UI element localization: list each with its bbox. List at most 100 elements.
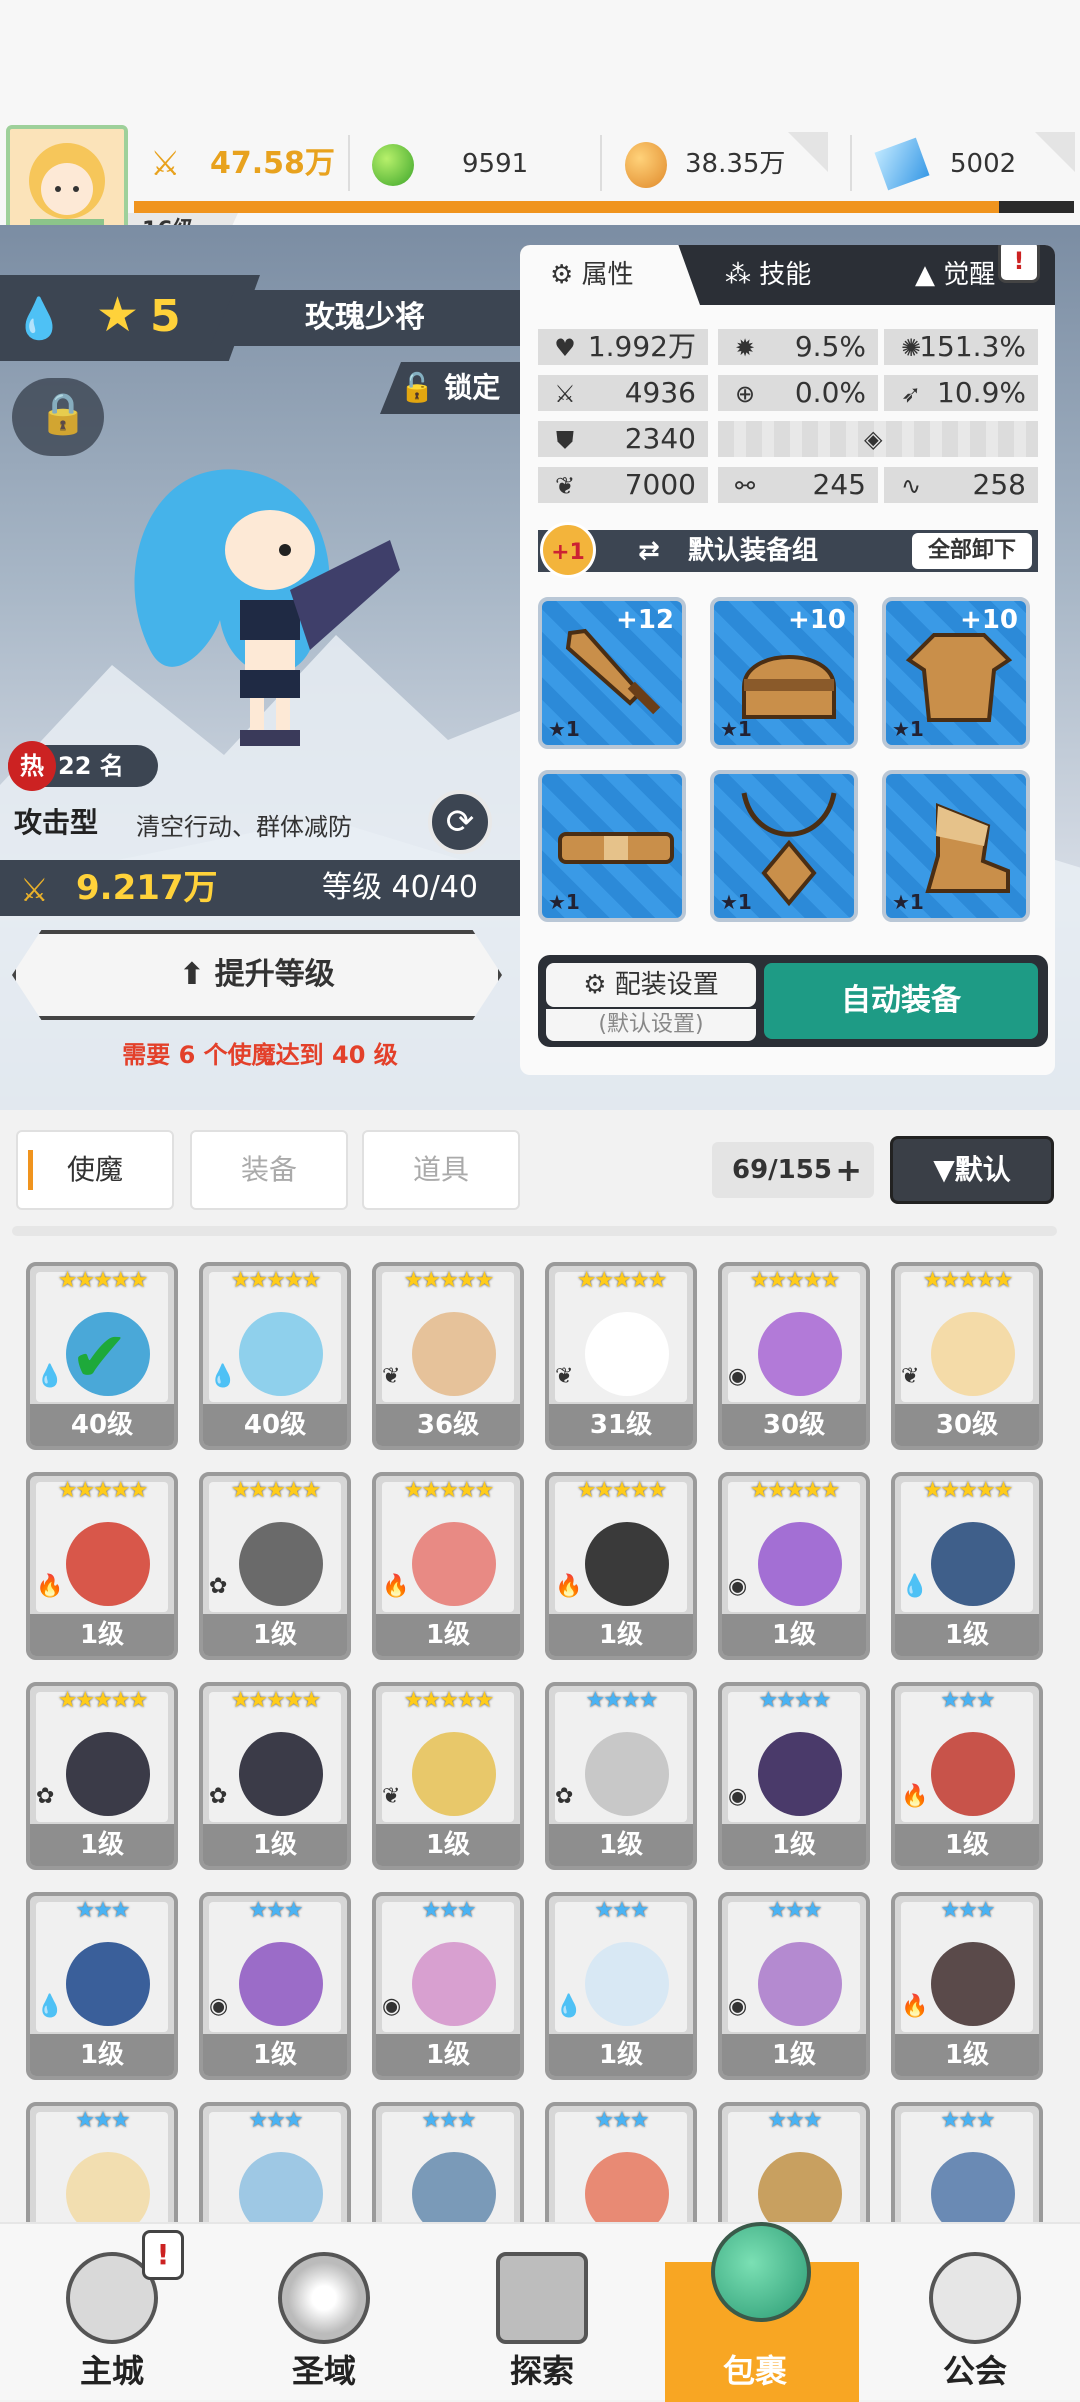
- familiar-card[interactable]: ★★★★★ ❦ 36级: [372, 1262, 524, 1450]
- familiar-card[interactable]: ★★★: [199, 2102, 351, 2222]
- familiar-face: [931, 1522, 1015, 1606]
- tab-items[interactable]: 道具: [362, 1130, 520, 1210]
- equip-group-bar[interactable]: ⇄ 默认装备组 全部卸下: [538, 530, 1038, 572]
- equip-slot-helmet[interactable]: +10 ★1: [710, 597, 858, 749]
- familiar-stars: ★★★★★: [57, 1478, 149, 1503]
- equip-slot-armor[interactable]: +10 ★1: [882, 597, 1030, 749]
- nav-bag[interactable]: 包裹: [665, 2222, 859, 2402]
- familiar-level: 1级: [895, 1824, 1039, 1866]
- familiar-count[interactable]: 69/155 +: [712, 1142, 874, 1198]
- tab-attributes[interactable]: ⚙ 属性: [520, 245, 700, 305]
- stat-value: 2340: [624, 422, 696, 455]
- config-settings-button[interactable]: ⚙ 配装设置: [546, 963, 756, 1007]
- familiar-card[interactable]: ★★★ ◉ 1级: [372, 1892, 524, 2080]
- familiar-card[interactable]: ★★★★★ ✿ 1级: [26, 1682, 178, 1870]
- green-orb-value: 9591: [462, 149, 529, 179]
- tab-skills[interactable]: ⁂ 技能: [725, 245, 875, 305]
- familiar-level: 1级: [895, 1614, 1039, 1656]
- tab-familiars[interactable]: 使魔: [16, 1130, 174, 1210]
- familiar-card[interactable]: ★★★★★ ❦ 31级: [545, 1262, 697, 1450]
- divider: [348, 135, 350, 191]
- familiar-level: 1级: [376, 2034, 520, 2076]
- familiar-face: [412, 1522, 496, 1606]
- boots-icon: [925, 803, 1010, 893]
- familiar-card[interactable]: ★★★★★ ◉ 30级: [718, 1262, 870, 1450]
- familiar-card[interactable]: ★★★★★ 💧 1级: [891, 1472, 1043, 1660]
- guild-icon: [929, 2252, 1021, 2344]
- equip-slot-boots[interactable]: ★1: [882, 770, 1030, 922]
- unequip-all-button[interactable]: 全部卸下: [912, 533, 1032, 569]
- familiar-card[interactable]: ★★★ 💧 1级: [545, 1892, 697, 2080]
- equip-slot-belt[interactable]: ★1: [538, 770, 686, 922]
- nav-main-city[interactable]: 主城 !: [22, 2224, 202, 2402]
- crit-icon: ✹: [734, 334, 756, 362]
- dodge-icon: ∿: [900, 472, 922, 500]
- hero-star-count: 5: [150, 291, 181, 342]
- familiar-card[interactable]: ★★★: [718, 2102, 870, 2222]
- expand-plus-icon: +: [835, 1151, 862, 1189]
- familiar-card[interactable]: ★★★: [372, 2102, 524, 2222]
- skill-icon: ⁂: [725, 260, 751, 290]
- nav-guild[interactable]: 公会: [885, 2224, 1065, 2402]
- dark-element-icon: ◉: [382, 1994, 402, 2019]
- nav-sanctuary[interactable]: 圣域: [234, 2224, 414, 2402]
- tab-attributes-label: 属性: [581, 260, 634, 290]
- upgrade-level-button[interactable]: ⬆ 提升等级: [12, 930, 502, 1020]
- upgrade-requirement: 需要 6 个使魔达到 40 级: [122, 1041, 398, 1069]
- nav-label: 主城: [79, 2352, 144, 2390]
- alert-badge: !: [142, 2230, 184, 2280]
- inventory-filter-bar: 使魔 装备 道具 69/155 + ▼默认: [0, 1110, 1080, 1240]
- familiar-card[interactable]: ★★★★★ ❦ 30级: [891, 1262, 1043, 1450]
- blue-gem-icon: [874, 137, 930, 191]
- plus-one-badge: +1: [540, 522, 596, 578]
- stat-magic: ❦ 7000: [538, 467, 708, 503]
- config-label: 配装设置: [614, 970, 719, 1000]
- familiar-face: [239, 2152, 323, 2222]
- rotate-view-icon[interactable]: ⟳: [428, 790, 492, 854]
- familiar-card[interactable]: ★★★ 🔥 1级: [891, 1682, 1043, 1870]
- sort-dropdown[interactable]: ▼默认: [890, 1136, 1054, 1204]
- auto-equip-button[interactable]: 自动装备: [764, 963, 1038, 1039]
- familiar-card[interactable]: ★★★★★ 💧 40级: [199, 1262, 351, 1450]
- familiar-card[interactable]: ★★★ 🔥 1级: [891, 1892, 1043, 2080]
- familiar-card[interactable]: ★★★★★ 💧 ✔ 40级: [26, 1262, 178, 1450]
- lock-button[interactable]: 🔓 锁定: [380, 362, 520, 414]
- familiar-card[interactable]: ★★★★ ◉ 1级: [718, 1682, 870, 1870]
- stat-row: ⛊ 2340 ◈: [538, 421, 1038, 457]
- familiar-stars: ★★★: [75, 1898, 130, 1923]
- familiar-card[interactable]: ★★★★★ ✿ 1级: [199, 1682, 351, 1870]
- familiar-face: [66, 1522, 150, 1606]
- slot-stars: ★1: [548, 890, 580, 914]
- familiar-card[interactable]: ★★★★★ 🔥 1级: [26, 1472, 178, 1660]
- familiar-card[interactable]: ★★★ ◉ 1级: [199, 1892, 351, 2080]
- upgrade-label: 提升等级: [214, 957, 335, 992]
- equip-slot-necklace[interactable]: ★1: [710, 770, 858, 922]
- familiar-card[interactable]: ★★★★★ ◉ 1级: [718, 1472, 870, 1660]
- slot-stars: ★1: [548, 717, 580, 741]
- familiar-card[interactable]: ★★★★★ ❦ 1级: [372, 1682, 524, 1870]
- familiar-card[interactable]: ★★★: [26, 2102, 178, 2222]
- bag-icon: [711, 2222, 811, 2322]
- skin-lock-icon[interactable]: 🔒: [12, 378, 104, 456]
- familiar-card[interactable]: ★★★★★ 🔥 1级: [372, 1472, 524, 1660]
- familiar-face: [585, 1942, 669, 2026]
- familiar-card[interactable]: ★★★: [545, 2102, 697, 2222]
- hot-rank-value: 22 名: [58, 752, 124, 780]
- familiar-card[interactable]: ★★★★★ 🔥 1级: [545, 1472, 697, 1660]
- dark-element-icon: ◉: [728, 1574, 748, 1599]
- familiar-level: 40级: [30, 1404, 174, 1446]
- familiar-level: 40级: [203, 1404, 347, 1446]
- familiar-card[interactable]: ★★★: [891, 2102, 1043, 2222]
- familiar-face: [585, 1522, 669, 1606]
- equip-slot-weapon[interactable]: +12 ★1: [538, 597, 686, 749]
- dark-element-icon: ◉: [209, 1994, 229, 2019]
- familiar-card[interactable]: ★★★ ◉ 1级: [718, 1892, 870, 2080]
- familiar-face: [931, 1732, 1015, 1816]
- tab-equipment[interactable]: 装备: [190, 1130, 348, 1210]
- nav-explore[interactable]: 探索: [452, 2224, 632, 2402]
- familiar-card[interactable]: ★★★★★ ✿ 1级: [199, 1472, 351, 1660]
- alert-badge: !: [998, 245, 1040, 283]
- familiar-card[interactable]: ★★★★ ✿ 1级: [545, 1682, 697, 1870]
- familiar-card[interactable]: ★★★ 💧 1级: [26, 1892, 178, 2080]
- familiar-face: [412, 2152, 496, 2222]
